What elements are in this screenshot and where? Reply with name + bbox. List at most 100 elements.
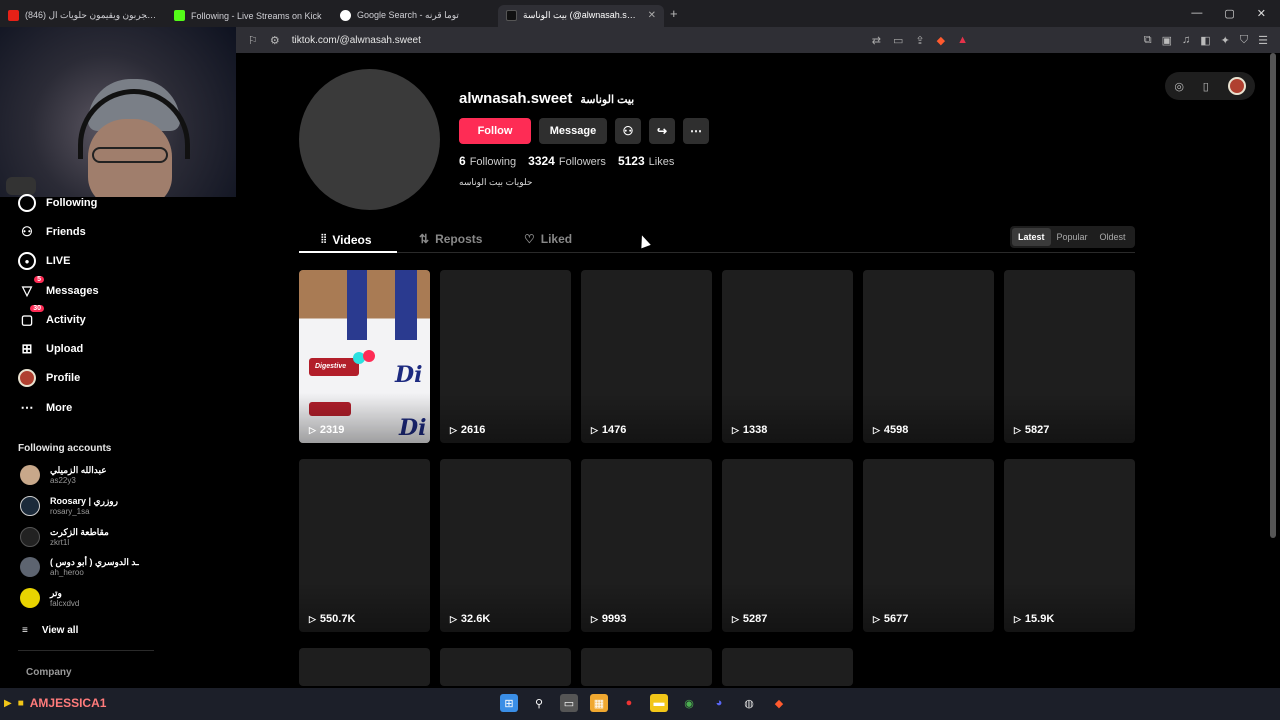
follow-button[interactable]: Follow: [459, 118, 531, 144]
discord-icon[interactable]: ◕: [710, 694, 728, 712]
avatar: [20, 588, 40, 608]
view-count: ▷ 2319: [309, 424, 344, 436]
share-icon[interactable]: ↪: [649, 118, 675, 144]
share-icon[interactable]: ⇪: [915, 34, 924, 47]
search-icon[interactable]: ⚲: [530, 694, 548, 712]
play-icon: ▷: [309, 424, 316, 435]
scrollbar[interactable]: [1270, 53, 1276, 538]
view-count: ▷ 2616: [450, 424, 485, 436]
translate-icon[interactable]: ⇄: [872, 34, 881, 47]
following-stat[interactable]: 6 Following: [459, 154, 516, 168]
sidebar-item-friends[interactable]: ⚇ Friends: [18, 223, 86, 241]
brave-shields-icon[interactable]: ◆: [937, 34, 945, 47]
close-window-button[interactable]: ✕: [1257, 7, 1266, 20]
video-card[interactable]: ▷ 1476: [581, 270, 712, 443]
wallet-icon[interactable]: ▣: [1162, 34, 1172, 47]
video-card[interactable]: Digestive Di Di ▷2319: [299, 270, 430, 443]
video-card[interactable]: ▷ 32.6K: [440, 459, 571, 632]
video-card[interactable]: ▷ 4598: [863, 270, 994, 443]
compass-icon[interactable]: ◎: [1174, 80, 1184, 93]
video-card[interactable]: ▷ 1338: [722, 270, 853, 443]
brave-icon[interactable]: ◆: [770, 694, 788, 712]
video-card[interactable]: ▷ 15.9K: [1004, 459, 1135, 632]
sidebar-item-upload[interactable]: ⊞ Upload: [18, 340, 84, 358]
video-card[interactable]: ▷ 9993: [581, 459, 712, 632]
tab-reposts[interactable]: ⇅ Reposts: [419, 232, 482, 246]
view-count: ▷ 4598: [873, 424, 908, 436]
sort-oldest[interactable]: Oldest: [1094, 228, 1132, 246]
sort-latest[interactable]: Latest: [1012, 228, 1051, 246]
start-icon[interactable]: ⊞: [500, 694, 518, 712]
leo-icon[interactable]: ✦: [1221, 34, 1230, 47]
video-card[interactable]: ▷ 5827: [1004, 270, 1135, 443]
video-card[interactable]: ▷ 550.7K: [299, 459, 430, 632]
tab-liked[interactable]: ♡ Liked: [524, 232, 572, 246]
tab-videos[interactable]: ⦙⦙ Videos: [321, 232, 372, 247]
sidebar-item-live[interactable]: ● LIVE: [18, 252, 70, 270]
browser-tab-google[interactable]: Google Search - توما قرنه: [332, 5, 498, 27]
sidebar-toggle-icon[interactable]: ◧: [1200, 34, 1210, 47]
more-options-icon[interactable]: ⋯: [683, 118, 709, 144]
extensions-icon[interactable]: ⧉: [1144, 34, 1152, 47]
following-icon: [18, 194, 36, 212]
live-icon: ●: [18, 252, 36, 270]
video-card[interactable]: ▷ 2616: [440, 270, 571, 443]
browser-tab-youtube[interactable]: (846) أمهات يجربون ويقيمون حلويات ال: [0, 5, 166, 27]
account-handle: as22y3: [50, 476, 76, 485]
following-account[interactable]: عبدالله الزميلي as22y3: [20, 465, 107, 485]
following-account[interactable]: ـد الدوسري ( أبو دوس ) ah_heroo: [20, 557, 139, 577]
account-name: ـد الدوسري ( أبو دوس ): [50, 557, 139, 567]
calendar-icon[interactable]: ▦: [590, 694, 608, 712]
music-icon[interactable]: ♫: [1182, 34, 1190, 47]
vpn-icon[interactable]: ⛉: [1240, 34, 1248, 47]
folder-icon: ■: [17, 697, 24, 709]
sidebar-item-more[interactable]: ⋯ More: [18, 399, 73, 417]
brave-rewards-icon[interactable]: ▲: [957, 34, 968, 46]
cast-icon[interactable]: ▭: [893, 34, 903, 47]
video-card[interactable]: [581, 648, 712, 686]
sidebar-item-messages[interactable]: ▽ 5 Messages: [18, 276, 99, 300]
message-button[interactable]: Message: [539, 118, 607, 144]
user-avatar[interactable]: [1227, 77, 1246, 95]
video-card[interactable]: [299, 648, 430, 686]
followers-stat[interactable]: 3324 Followers: [528, 154, 606, 168]
view-count-value: 550.7K: [319, 613, 356, 625]
sidebar-item-profile[interactable]: Profile: [18, 369, 80, 387]
video-card[interactable]: ▷ 5677: [863, 459, 994, 632]
view-count: ▷ 550.7K: [309, 613, 355, 625]
play-icon: ▷: [450, 424, 457, 435]
view-all-link[interactable]: ≡ View all: [22, 625, 78, 636]
play-icon: ▷: [591, 613, 598, 624]
new-tab-button[interactable]: +: [670, 6, 678, 21]
page-tools: ◎ ▯: [1165, 72, 1255, 100]
sidebar-item-following[interactable]: Following: [18, 194, 97, 212]
followers-label: Followers: [558, 156, 606, 168]
browser-tab-kick[interactable]: Following - Live Streams on Kick: [166, 5, 332, 27]
video-card[interactable]: [722, 648, 853, 686]
video-card[interactable]: [440, 648, 571, 686]
url-input[interactable]: tiktok.com/@alwnasah.sweet: [292, 35, 852, 46]
task-view-icon[interactable]: ▭: [560, 694, 578, 712]
sidebar-item-activity[interactable]: ▢ 30 Activity: [18, 305, 86, 329]
device-icon[interactable]: ▯: [1203, 80, 1209, 93]
steam-icon[interactable]: ◍: [740, 694, 758, 712]
obs-icon[interactable]: ●: [620, 694, 638, 712]
menu-icon[interactable]: ☰: [1258, 34, 1268, 47]
following-account[interactable]: Roosary | روزري rosary_1sa: [20, 496, 118, 516]
close-tab-icon[interactable]: ✕: [648, 10, 656, 21]
minimize-button[interactable]: —: [1191, 7, 1202, 20]
chrome-icon[interactable]: ◉: [680, 694, 698, 712]
play-icon: ▷: [450, 613, 457, 624]
file-explorer-icon[interactable]: ▬: [650, 694, 668, 712]
site-settings-icon[interactable]: ⚙: [270, 34, 280, 47]
following-account[interactable]: وتر falcxdvd: [20, 588, 79, 608]
add-friend-icon[interactable]: ⚇: [615, 118, 641, 144]
sort-popular[interactable]: Popular: [1051, 228, 1094, 246]
maximize-button[interactable]: ▢: [1224, 7, 1234, 20]
video-card[interactable]: ▷ 5287: [722, 459, 853, 632]
browser-tab-tiktok[interactable]: بيت الوناسة (@alwnasah.sweet) | ✕: [498, 4, 664, 27]
account-name: وتر: [50, 588, 62, 598]
bookmark-icon[interactable]: ⚐: [248, 34, 258, 47]
company-link[interactable]: Company: [26, 667, 72, 678]
following-account[interactable]: مقاطعة الزكرت zkrt1l: [20, 527, 109, 547]
